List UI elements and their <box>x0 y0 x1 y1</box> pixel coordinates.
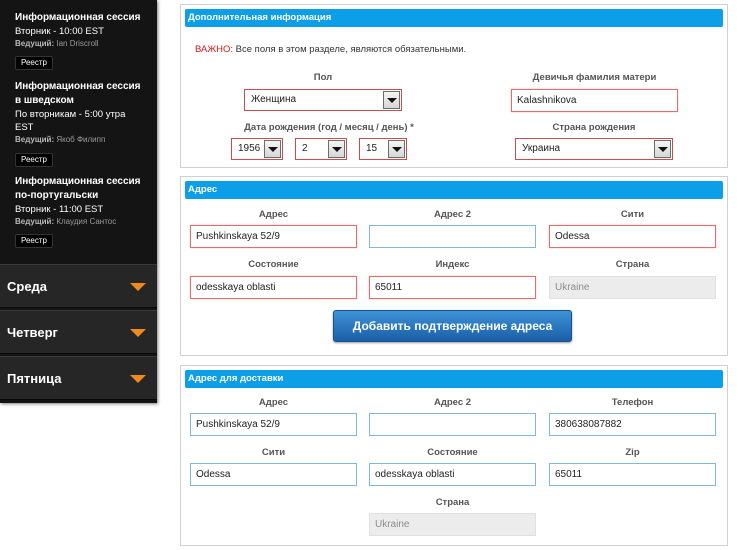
session-time: По вторникам - 5:00 утра <box>15 109 126 120</box>
sessions-sidebar: Информационная сессия Вторник - 10:00 ES… <box>0 0 157 403</box>
session-host: Ведущий: Клаудия Сантос <box>15 216 155 228</box>
dropdown-button[interactable] <box>264 140 281 158</box>
session-item: Информационная сессия по-португальски Вт… <box>15 175 155 228</box>
dob-label: Дата рождения (год / месяц / день) * <box>244 122 414 133</box>
shipping-zip-input[interactable]: 65011 <box>549 463 716 486</box>
session-host-name: Ian Driscroll <box>56 39 99 48</box>
day-toggle-friday[interactable]: Пятница <box>0 356 157 400</box>
address2-input[interactable] <box>369 225 536 248</box>
maiden-name-label: Девичья фамилия матери <box>532 72 657 83</box>
country-input: Ukraine <box>549 276 716 299</box>
shipping-city-input[interactable]: Odessa <box>190 463 357 486</box>
dropdown-button[interactable] <box>383 91 400 109</box>
chevron-down-icon <box>332 147 342 152</box>
shipping-state-label: Состояние <box>427 447 478 458</box>
session-host-name: Клаудия Сантос <box>56 217 117 226</box>
maiden-name-input[interactable]: Kalashnikova <box>511 89 678 112</box>
session-title-line2: по-португальски <box>15 190 99 201</box>
day-label: Среда <box>7 279 48 294</box>
chevron-down-icon <box>130 375 146 383</box>
chevron-down-icon <box>387 98 397 103</box>
session-title: Информационная сессия <box>15 12 141 23</box>
shipping-phone-input[interactable]: 380638087882 <box>549 413 716 436</box>
dropdown-button[interactable] <box>328 140 345 158</box>
session-time: Вторник - 10:00 EST <box>15 26 104 37</box>
dob-day-select[interactable]: 15 <box>359 138 407 160</box>
dob-year-select[interactable]: 1956 <box>231 138 283 160</box>
shipping-city-label: Сити <box>261 447 286 458</box>
session-item: Информационная сессия Вторник - 10:00 ES… <box>15 11 155 50</box>
panel-header: Дополнительная информация <box>185 9 723 27</box>
chevron-down-icon <box>268 147 278 152</box>
address-label: Адрес <box>258 209 289 220</box>
session-time: Вторник - 11:00 EST <box>15 204 104 215</box>
dropdown-button[interactable] <box>654 140 671 158</box>
panel-header: Адрес для доставки <box>185 370 723 388</box>
shipping-address2-input[interactable] <box>369 413 536 436</box>
day-label: Пятница <box>7 371 62 386</box>
state-input[interactable]: odesskaya oblasti <box>190 276 357 299</box>
session-title: Информационная сессия <box>15 81 141 92</box>
zip-label: Индекс <box>435 259 470 270</box>
session-host-name: Якоб Филипп <box>56 135 106 144</box>
session-time-line2: EST <box>15 122 34 133</box>
shipping-address-input[interactable]: Pushkinskaya 52/9 <box>190 413 357 436</box>
day-toggle-thursday[interactable]: Четверг <box>0 310 157 354</box>
session-title: Информационная сессия <box>15 176 141 187</box>
session-host: Ведущий: Якоб Филипп <box>15 134 155 146</box>
session-title-line2: в шведском <box>15 95 74 106</box>
shipping-address-label: Адрес <box>258 397 289 408</box>
panel-header: Адрес <box>185 181 723 199</box>
register-button[interactable]: Реестр <box>15 153 53 167</box>
address2-label: Адрес 2 <box>433 209 472 220</box>
zip-input[interactable]: 65011 <box>369 276 536 299</box>
gender-value: Женщина <box>251 94 297 105</box>
gender-label: Пол <box>313 72 333 83</box>
dob-day-value: 15 <box>366 143 378 154</box>
session-item: Информационная сессия в шведском По втор… <box>15 80 155 146</box>
chevron-down-icon <box>658 147 668 152</box>
notice-text: Все поля в этом разделе, являются обязат… <box>233 44 467 55</box>
session-host: Ведущий: Ian Driscroll <box>15 38 155 50</box>
birth-country-value: Украина <box>522 143 561 154</box>
register-button[interactable]: Реестр <box>15 234 53 248</box>
add-address-confirmation-button[interactable]: Добавить подтверждение адреса <box>333 310 572 342</box>
shipping-address2-label: Адрес 2 <box>433 397 472 408</box>
state-label: Состояние <box>248 259 299 270</box>
gender-select[interactable]: Женщина <box>244 89 402 111</box>
dob-year-value: 1956 <box>238 143 261 154</box>
session-host-label: Ведущий: <box>15 39 55 48</box>
day-toggle-wednesday[interactable]: Среда <box>0 264 157 308</box>
shipping-country-input: Ukraine <box>369 513 536 536</box>
shipping-state-input[interactable]: odesskaya oblasti <box>369 463 536 486</box>
dob-month-select[interactable]: 2 <box>295 138 347 160</box>
notice-important: ВАЖНО: <box>195 44 234 55</box>
day-label: Четверг <box>7 325 58 340</box>
register-button[interactable]: Реестр <box>15 56 53 70</box>
city-input[interactable]: Odessa <box>549 225 716 248</box>
shipping-zip-label: Zip <box>625 447 640 458</box>
city-label: Сити <box>620 209 645 220</box>
country-label: Страна <box>615 259 650 270</box>
chevron-down-icon <box>392 147 402 152</box>
session-host-label: Ведущий: <box>15 135 55 144</box>
dropdown-button[interactable] <box>388 140 405 158</box>
address-input[interactable]: Pushkinskaya 52/9 <box>190 225 357 248</box>
session-host-label: Ведущий: <box>15 217 55 226</box>
chevron-down-icon <box>130 329 146 337</box>
birth-country-label: Страна рождения <box>552 122 636 133</box>
required-notice: ВАЖНО: Все поля в этом разделе, являются… <box>195 44 466 55</box>
chevron-down-icon <box>130 283 146 291</box>
dob-month-value: 2 <box>302 143 308 154</box>
shipping-phone-label: Телефон <box>611 397 654 408</box>
shipping-country-label: Страна <box>435 497 470 508</box>
birth-country-select[interactable]: Украина <box>515 138 673 160</box>
